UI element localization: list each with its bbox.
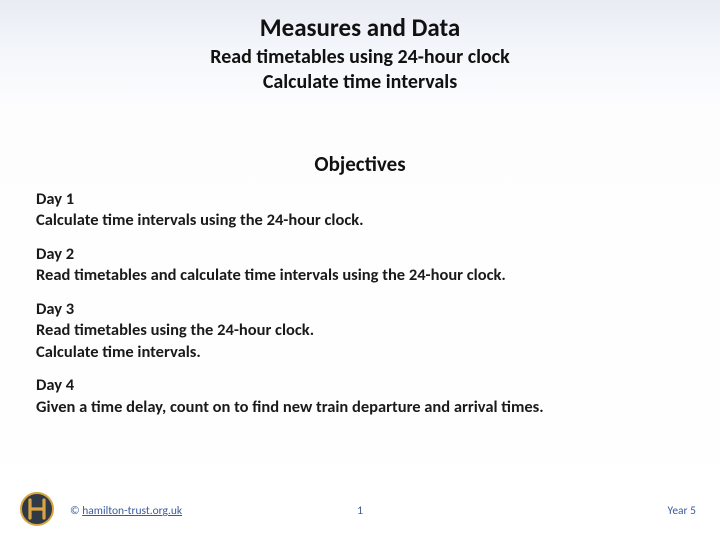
objective-item: Day 1 Calculate time intervals using the… — [36, 189, 684, 232]
objective-text: Calculate time intervals. — [36, 342, 684, 363]
objective-item: Day 2 Read timetables and calculate time… — [36, 244, 684, 287]
objective-text: Read timetables and calculate time inter… — [36, 265, 684, 286]
subtitle-line-1: Read timetables using 24-hour clock — [0, 45, 720, 70]
year-label: Year 5 — [668, 504, 696, 518]
objectives-list: Day 1 Calculate time intervals using the… — [0, 177, 720, 418]
objective-day-label: Day 4 — [36, 375, 684, 396]
objective-text: Calculate time intervals using the 24-ho… — [36, 210, 684, 231]
objective-day-label: Day 2 — [36, 244, 684, 265]
copyright-prefix: © — [70, 504, 82, 518]
page-title: Measures and Data — [0, 0, 720, 43]
subtitle-line-2: Calculate time intervals — [0, 70, 720, 95]
objective-day-label: Day 1 — [36, 189, 684, 210]
objective-item: Day 4 Given a time delay, count on to fi… — [36, 375, 684, 418]
objective-item: Day 3 Read timetables using the 24-hour … — [36, 299, 684, 363]
logo-icon — [20, 492, 54, 526]
objectives-heading: Objectives — [0, 151, 720, 177]
copyright-text: © hamilton-trust.org.uk — [70, 504, 182, 518]
objective-text: Given a time delay, count on to find new… — [36, 397, 684, 418]
footer: © hamilton-trust.org.uk 1 Year 5 — [0, 496, 720, 526]
copyright-link[interactable]: hamilton-trust.org.uk — [82, 504, 182, 518]
page-number: 1 — [357, 504, 363, 518]
page-subtitle: Read timetables using 24-hour clock Calc… — [0, 45, 720, 95]
objective-day-label: Day 3 — [36, 299, 684, 320]
objective-text: Read timetables using the 24-hour clock. — [36, 320, 684, 341]
